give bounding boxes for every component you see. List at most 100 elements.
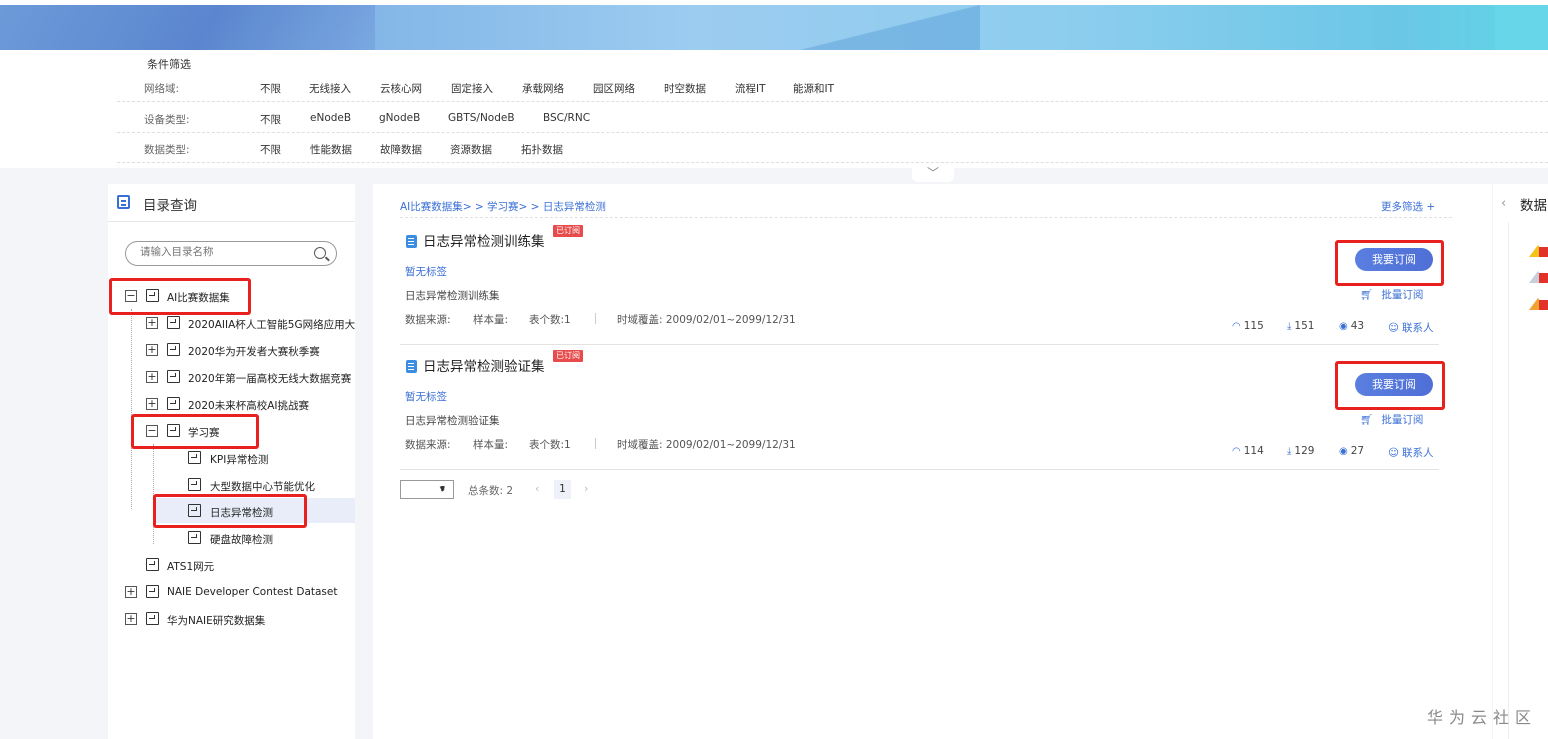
gold-crown-icon [1529,245,1548,257]
chevron-left-icon[interactable]: ‹ [1501,196,1506,211]
dataset-card: 日志异常检测训练集 已订阅 暂无标签 日志异常检测训练集 数据来源: 样本量: … [400,220,1439,345]
highlight-box [153,494,307,528]
directory-icon [117,195,130,209]
tree-node-label: 2020年第一届高校无线大数据竞赛 [188,373,352,385]
tree-node-2020-wireless[interactable]: + 2020年第一届高校无线大数据竞赛 [146,366,355,390]
next-page-button[interactable]: › [584,482,588,495]
more-filter-link[interactable]: 更多筛选 + [1381,199,1435,214]
download-value: 129 [1294,445,1315,457]
tree-node-label: 2020AIIA杯人工智能5G网络应用大 [188,319,356,331]
filter-option[interactable]: GBTS/NodeB [448,112,515,124]
breadcrumb[interactable]: AI比赛数据集> > 学习赛> > 日志异常检测 [400,199,606,214]
watermark: 华为云社区 [1427,708,1538,727]
filter-option[interactable]: 故障数据 [380,142,422,157]
folder-icon [188,451,201,464]
dataset-card: 日志异常检测验证集 已订阅 暂无标签 日志异常检测验证集 数据来源: 样本量: … [400,345,1439,470]
view-count: ◉ 43 [1339,320,1364,332]
tree-node-naie-research[interactable]: + 华为NAIE研究数据集 [125,608,355,632]
filter-option[interactable]: 云核心网 [380,81,422,96]
filter-title: 条件筛选 [147,58,191,71]
meta-source: 数据来源: [405,439,451,451]
meta-time-coverage: 时域覆盖: 2009/02/01~2099/12/31 [617,439,796,451]
contact-link[interactable]: ☺ 联系人 [1388,320,1433,335]
tree-node-kpi-anomaly[interactable]: KPI异常检测 [188,447,355,471]
page-number-current[interactable]: 1 [554,480,571,499]
rss-value: 115 [1243,320,1264,332]
filter-option[interactable]: 流程IT [735,81,766,96]
view-value: 27 [1350,445,1365,457]
top-banner [0,0,1548,50]
page-size-select[interactable]: 5 ▼ [400,480,454,499]
document-icon [406,360,417,373]
prev-page-button[interactable]: ‹ [535,482,539,495]
expand-icon[interactable]: + [146,317,158,329]
batch-subscribe-label: 批量订阅 [1381,289,1424,301]
highlight-box [1335,361,1445,410]
filter-option[interactable]: 性能数据 [310,142,352,157]
filter-panel: 条件筛选 网络域: 不限 无线接入 云核心网 固定接入 承载网络 园区网络 时空… [0,50,1548,168]
highlight-box [1335,240,1444,286]
tree-node-ats1[interactable]: ATS1网元 [146,554,355,578]
filter-row-network-domain: 网络域: 不限 无线接入 云核心网 固定接入 承载网络 园区网络 时空数据 流程… [117,72,1548,102]
tree-node-naie-contest[interactable]: + NAIE Developer Contest Dataset [125,581,355,605]
folder-icon [146,612,159,625]
filter-option[interactable]: BSC/RNC [543,112,590,124]
tree-node-disk-failure[interactable]: 硬盘故障检测 [188,527,355,551]
search-icon[interactable] [314,247,326,259]
filter-option[interactable]: 园区网络 [593,81,635,96]
dataset-title[interactable]: 日志异常检测训练集 [423,230,545,250]
tree-node-label: KPI异常检测 [210,454,269,466]
filter-option[interactable]: 拓扑数据 [521,142,563,157]
expand-icon[interactable]: + [146,398,158,410]
dataset-tag: 暂无标签 [405,391,447,403]
cart-icon: 🛒︎ [1360,414,1374,426]
eye-icon: ◉ [1339,446,1348,457]
tree-node-2020-huawei-dev[interactable]: + 2020华为开发者大赛秋季赛 [146,339,355,363]
filter-option[interactable]: gNodeB [379,112,420,124]
tree-node-label: 硬盘故障检测 [210,534,273,546]
eye-icon: ◉ [1339,321,1348,332]
meta-tables: 表个数:1 [529,439,571,451]
tree-node-label: 大型数据中心节能优化 [210,481,315,493]
filter-option[interactable]: 固定接入 [451,81,493,96]
download-value: 151 [1294,320,1315,332]
tree-node-label: 2020未来杯高校AI挑战赛 [188,400,310,412]
filter-option[interactable]: 能源和IT [793,81,834,96]
divider [1508,222,1509,739]
right-ranking-panel: ‹ 数据 [1493,184,1548,739]
filter-option[interactable]: 不限 [260,112,281,127]
tree-node-label: ATS1网元 [167,561,215,573]
contact-link[interactable]: ☺ 联系人 [1388,445,1433,460]
expand-icon[interactable]: + [146,371,158,383]
filter-option[interactable]: 承载网络 [522,81,564,96]
cart-icon: 🛒︎ [1360,289,1374,301]
filter-collapse-toggle[interactable]: ﹀ [912,166,954,182]
folder-icon [188,478,201,491]
folder-icon [167,343,180,356]
filter-option[interactable]: 不限 [260,142,281,157]
meta-sample: 样本量: [473,314,509,326]
batch-subscribe-link[interactable]: 🛒︎ 批量订阅 [1360,412,1423,427]
tree-guide-line [131,309,132,509]
expand-icon[interactable]: + [146,344,158,356]
sidebar-title: 目录查询 [143,198,197,214]
dataset-description: 日志异常检测训练集 [405,290,500,302]
banner-shape-left [0,5,375,50]
directory-search-input[interactable] [140,246,300,258]
expand-icon[interactable]: + [125,586,137,598]
banner-shape-mid [800,5,980,50]
filter-option[interactable]: 资源数据 [450,142,492,157]
expand-icon[interactable]: + [125,613,137,625]
rss-count: ◠ 115 [1232,320,1264,332]
dataset-title[interactable]: 日志异常检测验证集 [423,355,545,375]
dataset-list-panel: AI比赛数据集> > 学习赛> > 日志异常检测 更多筛选 + 日志异常检测训练… [373,184,1492,739]
filter-option[interactable]: eNodeB [310,112,351,124]
batch-subscribe-link[interactable]: 🛒︎ 批量订阅 [1360,287,1423,302]
dataset-tag: 暂无标签 [405,266,447,278]
tree-node-2020aiia[interactable]: + 2020AIIA杯人工智能5G网络应用大 [146,312,355,336]
filter-option[interactable]: 时空数据 [664,81,706,96]
sidebar-header: 目录查询 [108,184,355,222]
filter-option[interactable]: 不限 [260,81,281,96]
filter-option[interactable]: 无线接入 [309,81,351,96]
filter-label: 网络域: [144,83,180,95]
